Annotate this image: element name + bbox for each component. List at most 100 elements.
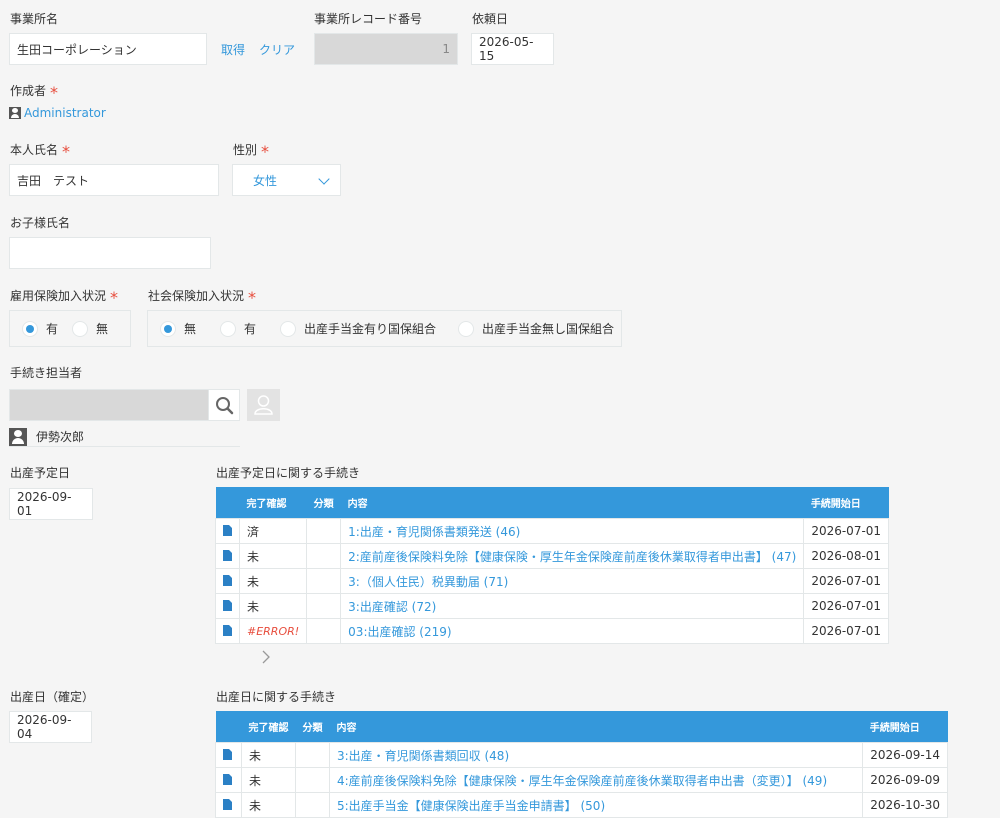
document-icon [223, 600, 232, 611]
row-content-link[interactable]: 5:出産手当金【健康保険出産手当金申請書】 (50) [328, 792, 864, 818]
request-date-input[interactable]: 2026-05-15 [471, 33, 554, 65]
row-category [306, 568, 342, 594]
radio-social-kokuho-without[interactable]: 出産手当金無し国保組合 [458, 320, 614, 337]
office-fetch-link[interactable]: 取得 [221, 41, 245, 58]
birth-procedures-label: 出産日に関する手続き [216, 690, 337, 704]
creator-label: 作成者 * [10, 83, 59, 102]
person-name-input[interactable]: 吉田 テスト [9, 164, 219, 196]
row-content-link[interactable]: 3:出産確認 (72) [340, 593, 805, 619]
row-content-link[interactable]: 3:（個人住民）税異動届 (71) [340, 568, 805, 594]
radio-circle [72, 320, 89, 337]
row-status: 未 [241, 792, 296, 818]
chevron-down-icon [318, 173, 330, 185]
row-status: 未 [241, 742, 296, 768]
office-name-input[interactable]: 生田コーポレーション [9, 33, 207, 65]
handler-user-picker-button[interactable] [247, 389, 280, 421]
row-start-date: 2026-09-09 [862, 767, 948, 793]
due-date-label: 出産予定日 [10, 466, 71, 480]
document-icon [223, 625, 232, 636]
row-status: 未 [238, 593, 308, 619]
row-status: 未 [238, 568, 308, 594]
required-mark: * [50, 83, 59, 102]
creator-link[interactable]: Administrator [24, 106, 106, 120]
document-icon [223, 525, 232, 536]
due-date-input[interactable]: 2026-09-01 [9, 488, 93, 520]
row-start-date: 2026-10-30 [862, 792, 948, 818]
row-content-link[interactable]: 03:出産確認 (219) [340, 618, 805, 644]
table-row: 未 3:出産確認 (72) 2026-07-01 [215, 593, 890, 619]
record-no-field: 1 [314, 33, 458, 65]
radio-circle [220, 320, 237, 337]
table-header-category: 分類 [306, 487, 341, 519]
employment-insurance-radio-group: 有 無 [9, 310, 131, 347]
next-page-button[interactable] [259, 650, 273, 664]
required-mark: * [110, 288, 119, 307]
user-icon [9, 107, 21, 119]
document-icon [223, 575, 232, 586]
row-category [295, 767, 330, 793]
row-detail-link[interactable] [215, 568, 240, 594]
radio-circle [458, 320, 475, 337]
table-header-status: 完了確認 [239, 487, 307, 519]
radio-social-yes[interactable]: 有 [220, 320, 256, 337]
table-row: #ERROR! 03:出産確認 (219) 2026-07-01 [215, 618, 890, 644]
radio-circle-checked [22, 320, 38, 337]
employment-insurance-label: 雇用保険加入状況 * [10, 288, 119, 307]
radio-social-kokuho-with[interactable]: 出産手当金有り国保組合 [280, 320, 436, 337]
table-row: 未 3:出産・育児関係書類回収 (48) 2026-09-14 [215, 742, 948, 768]
row-category [295, 742, 330, 768]
table-header-start: 手続開始日 [862, 711, 948, 743]
radio-employment-no[interactable]: 無 [72, 320, 108, 337]
handler-search-input[interactable] [9, 389, 209, 421]
row-category [306, 593, 342, 619]
row-detail-link[interactable] [215, 742, 242, 768]
row-status-error: #ERROR! [238, 618, 308, 644]
row-category [306, 518, 342, 544]
radio-employment-yes[interactable]: 有 [22, 320, 58, 337]
row-detail-link[interactable] [215, 792, 242, 818]
row-detail-link[interactable] [215, 618, 240, 644]
row-start-date: 2026-07-01 [803, 593, 890, 619]
row-status: 未 [241, 767, 296, 793]
row-detail-link[interactable] [215, 593, 240, 619]
row-content-link[interactable]: 1:出産・育児関係書類発送 (46) [340, 518, 805, 544]
row-detail-link[interactable] [215, 543, 240, 569]
row-content-link[interactable]: 4:産前産後保険料免除【健康保険・厚生年金保険産前産後休業取得者申出書（変更）】… [328, 767, 864, 793]
table-header-status: 完了確認 [241, 711, 296, 743]
table-header-icon-col [215, 487, 240, 519]
row-status: 済 [238, 518, 308, 544]
request-date-label: 依頼日 [472, 12, 509, 26]
due-procedures-label: 出産予定日に関する手続き [216, 466, 361, 480]
child-name-input[interactable] [9, 237, 211, 269]
row-start-date: 2026-07-01 [803, 568, 890, 594]
user-picker-icon [254, 395, 273, 415]
table-row: 未 3:（個人住民）税異動届 (71) 2026-07-01 [215, 568, 890, 594]
table-header-category: 分類 [295, 711, 330, 743]
search-icon [216, 397, 234, 415]
child-name-label: お子様氏名 [10, 216, 71, 230]
row-detail-link[interactable] [215, 518, 240, 544]
row-content-link[interactable]: 2:産前産後保険料免除【健康保険・厚生年金保険産前産後休業取得者申出書】 (47… [340, 543, 805, 569]
table-row: 済 1:出産・育児関係書類発送 (46) 2026-07-01 [215, 518, 890, 544]
user-icon [9, 427, 27, 446]
handler-selected-user: 伊勢次郎 [9, 427, 240, 447]
table-header-content: 内容 [340, 487, 804, 519]
required-mark: * [62, 142, 71, 161]
office-clear-link[interactable]: クリア [259, 41, 295, 58]
social-insurance-radio-group: 無 有 出産手当金有り国保組合 出産手当金無し国保組合 [147, 310, 622, 347]
document-icon [223, 774, 232, 785]
radio-social-none[interactable]: 無 [160, 320, 196, 337]
social-insurance-label: 社会保険加入状況 * [148, 288, 257, 307]
row-content-link[interactable]: 3:出産・育児関係書類回収 (48) [328, 742, 864, 768]
birth-date-input[interactable]: 2026-09-04 [9, 711, 92, 743]
row-detail-link[interactable] [215, 767, 242, 793]
row-start-date: 2026-07-01 [803, 618, 890, 644]
handler-search-button[interactable] [208, 389, 240, 421]
document-icon [223, 749, 232, 760]
table-header-row: 完了確認 分類 内容 手続開始日 [215, 711, 948, 743]
table-header-start: 手続開始日 [803, 487, 889, 519]
gender-select[interactable]: 女性 [232, 164, 341, 196]
radio-circle [280, 320, 297, 337]
handler-label: 手続き担当者 [10, 366, 83, 380]
required-mark: * [261, 142, 270, 161]
